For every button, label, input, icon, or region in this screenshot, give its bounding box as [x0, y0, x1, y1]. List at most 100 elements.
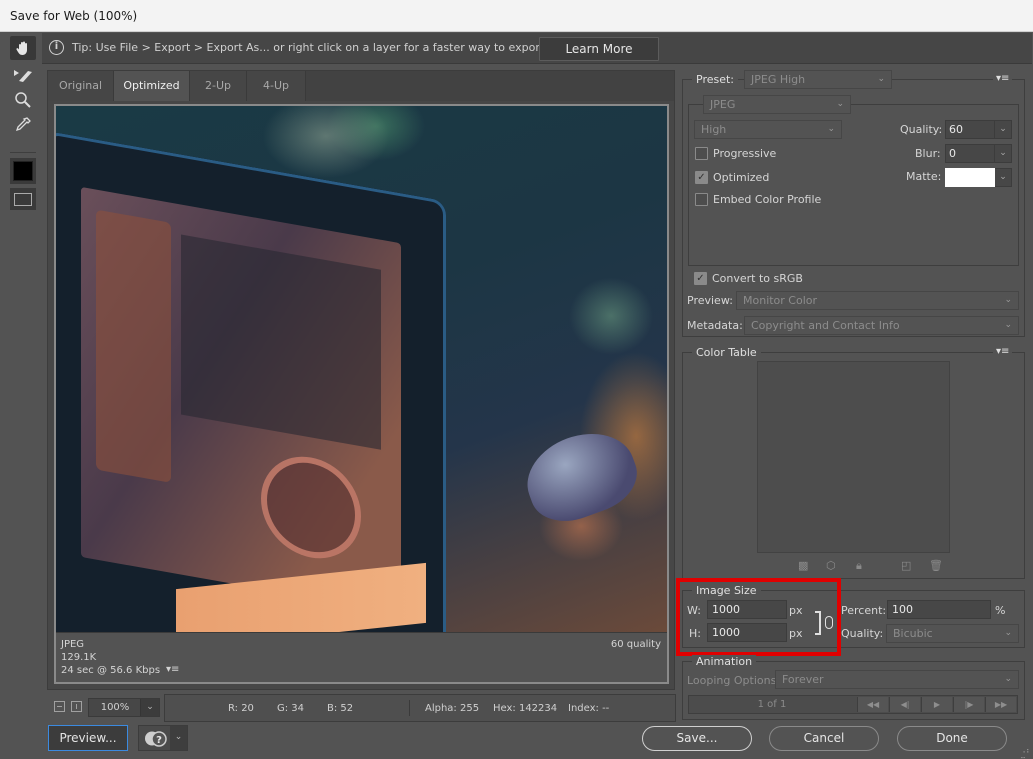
slice-select-tool-icon[interactable]: [10, 64, 36, 88]
tip-bar: i Tip: Use File > Export > Export As... …: [42, 33, 1032, 64]
image-screen-panel: [181, 234, 381, 450]
transparency-icon[interactable]: ▩: [798, 559, 808, 572]
readout-hex: Hex: 142234: [493, 703, 558, 714]
chevron-down-icon: ⌄: [1004, 295, 1012, 305]
format-value: JPEG: [710, 98, 736, 111]
tab-2-up[interactable]: 2-Up: [190, 71, 247, 101]
done-button[interactable]: Done: [897, 726, 1007, 751]
readout-divider: [409, 700, 410, 716]
looping-options-select[interactable]: Forever ⌄: [775, 670, 1019, 689]
toolbar-divider: [10, 152, 36, 153]
zoom-in-button[interactable]: [71, 701, 82, 712]
metadata-select[interactable]: Copyright and Contact Info ⌄: [744, 316, 1019, 335]
window-title-bar: Save for Web (100%): [0, 0, 1033, 32]
lock-icon[interactable]: 🔒︎: [856, 559, 862, 573]
optimized-image-frame: JPEG 129.1K 24 sec @ 56.6 Kbps ▾≡ 60 qua…: [54, 104, 669, 684]
looping-options-label: Looping Options:: [687, 674, 781, 687]
preset-select[interactable]: JPEG High ⌄: [744, 70, 892, 89]
web-snap-icon[interactable]: ⬡: [826, 559, 836, 572]
tool-palette: [6, 36, 40, 216]
color-preview-value: Monitor Color: [743, 294, 818, 307]
learn-more-button[interactable]: Learn More: [539, 37, 659, 61]
info-download-time: 24 sec @ 56.6 Kbps: [61, 665, 161, 676]
optimized-label: Optimized: [713, 171, 770, 184]
chevron-down-icon[interactable]: ⌄: [995, 168, 1012, 187]
eyedropper-color-swatch[interactable]: [10, 158, 36, 184]
info-icon: i: [49, 40, 64, 55]
hand-tool-icon[interactable]: [10, 36, 36, 60]
last-frame-icon[interactable]: ▶▶: [985, 697, 1016, 712]
convert-srgb-label: Convert to sRGB: [712, 272, 803, 285]
next-frame-icon[interactable]: |▶: [953, 697, 984, 712]
chevron-down-icon[interactable]: ⌄: [995, 144, 1012, 163]
resize-grip-icon[interactable]: ⠠⠆ ⠶: [1020, 747, 1032, 759]
color-table-swatches[interactable]: [757, 361, 950, 553]
zoom-out-button[interactable]: [54, 701, 65, 712]
resample-quality-label: Quality:: [841, 627, 884, 640]
preview-pane: Original Optimized 2-Up 4-Up JPEG 129.1K…: [47, 70, 675, 690]
zoom-tool-icon[interactable]: [10, 88, 36, 112]
blur-input[interactable]: 0: [945, 144, 995, 163]
blur-label: Blur:: [915, 147, 941, 160]
readout-alpha: Alpha: 255: [425, 703, 480, 714]
slices-icon: [14, 192, 32, 206]
zoom-level-value: 100%: [100, 702, 130, 713]
toggle-slices-visibility-button[interactable]: [10, 188, 36, 210]
info-format: JPEG: [61, 639, 85, 650]
readout-red: R: 20: [228, 703, 254, 714]
image-monitor-shape: [56, 130, 446, 632]
color-preview-select[interactable]: Monitor Color ⌄: [736, 291, 1019, 310]
tab-original[interactable]: Original: [48, 71, 114, 101]
previous-frame-icon[interactable]: ◀|: [889, 697, 920, 712]
pixel-info-readout: R: 20 G: 34 B: 52 Alpha: 255 Hex: 142234…: [164, 694, 676, 722]
preview-image[interactable]: [56, 106, 667, 632]
zoom-level-select[interactable]: 100% ⌄: [88, 698, 160, 717]
chevron-down-icon[interactable]: ⌄: [170, 726, 187, 750]
cancel-button[interactable]: Cancel: [769, 726, 879, 751]
tab-optimized[interactable]: Optimized: [114, 71, 190, 101]
first-frame-icon[interactable]: ◀◀: [857, 697, 888, 712]
chevron-down-icon: ⌄: [877, 74, 885, 84]
chevron-down-icon: ⌄: [827, 124, 835, 134]
embed-color-profile-checkbox[interactable]: [695, 193, 708, 206]
progressive-checkbox[interactable]: [695, 147, 708, 160]
window-title: Save for Web (100%): [10, 9, 138, 23]
chevron-down-icon: ⌄: [836, 99, 844, 109]
percent-label: Percent:: [841, 604, 887, 617]
image-size-highlight: [676, 578, 841, 656]
color-table-menu-icon[interactable]: ▾≡: [993, 346, 1013, 357]
chevron-down-icon[interactable]: ⌄: [995, 120, 1012, 139]
save-button[interactable]: Save...: [642, 726, 752, 751]
image-screen-shape: [81, 186, 401, 614]
matte-label: Matte:: [906, 170, 942, 183]
convert-srgb-checkbox[interactable]: ✓: [694, 272, 707, 285]
trash-icon[interactable]: 🗑︎: [929, 559, 943, 572]
browser-select-button[interactable]: ? ⌄: [138, 725, 188, 751]
new-color-icon[interactable]: ◰: [901, 559, 911, 572]
frame-count: 1 of 1: [757, 699, 787, 710]
download-rate-menu-icon[interactable]: ▾≡: [166, 664, 179, 675]
quality-input[interactable]: 60: [945, 120, 995, 139]
image-info-bar: JPEG 129.1K 24 sec @ 56.6 Kbps ▾≡ 60 qua…: [56, 632, 667, 682]
color-preview-label: Preview:: [687, 294, 733, 307]
preset-label: Preset:: [692, 73, 739, 86]
preview-in-browser-button[interactable]: Preview...: [48, 725, 128, 751]
optimize-menu-icon[interactable]: ▾≡: [993, 73, 1013, 84]
chevron-down-icon[interactable]: ⌄: [140, 699, 159, 716]
info-file-size: 129.1K: [61, 652, 97, 663]
browser-help-icon: ?: [144, 730, 170, 747]
eyedropper-tool-icon[interactable]: [10, 114, 36, 138]
optimized-checkbox[interactable]: ✓: [695, 171, 708, 184]
compression-quality-select[interactable]: High ⌄: [694, 120, 842, 139]
resample-quality-select[interactable]: Bicubic ⌄: [886, 624, 1019, 643]
tab-4-up[interactable]: 4-Up: [247, 71, 306, 101]
matte-color-swatch[interactable]: [945, 168, 995, 187]
percent-input[interactable]: 100: [887, 600, 991, 619]
format-select[interactable]: JPEG ⌄: [703, 95, 851, 114]
preset-value: JPEG High: [751, 73, 806, 86]
color-swatch-fill: [13, 161, 33, 181]
progressive-label: Progressive: [713, 147, 777, 160]
metadata-value: Copyright and Contact Info: [751, 319, 900, 332]
play-icon[interactable]: ▶: [921, 697, 952, 712]
image-lamp-shape: [515, 419, 647, 533]
